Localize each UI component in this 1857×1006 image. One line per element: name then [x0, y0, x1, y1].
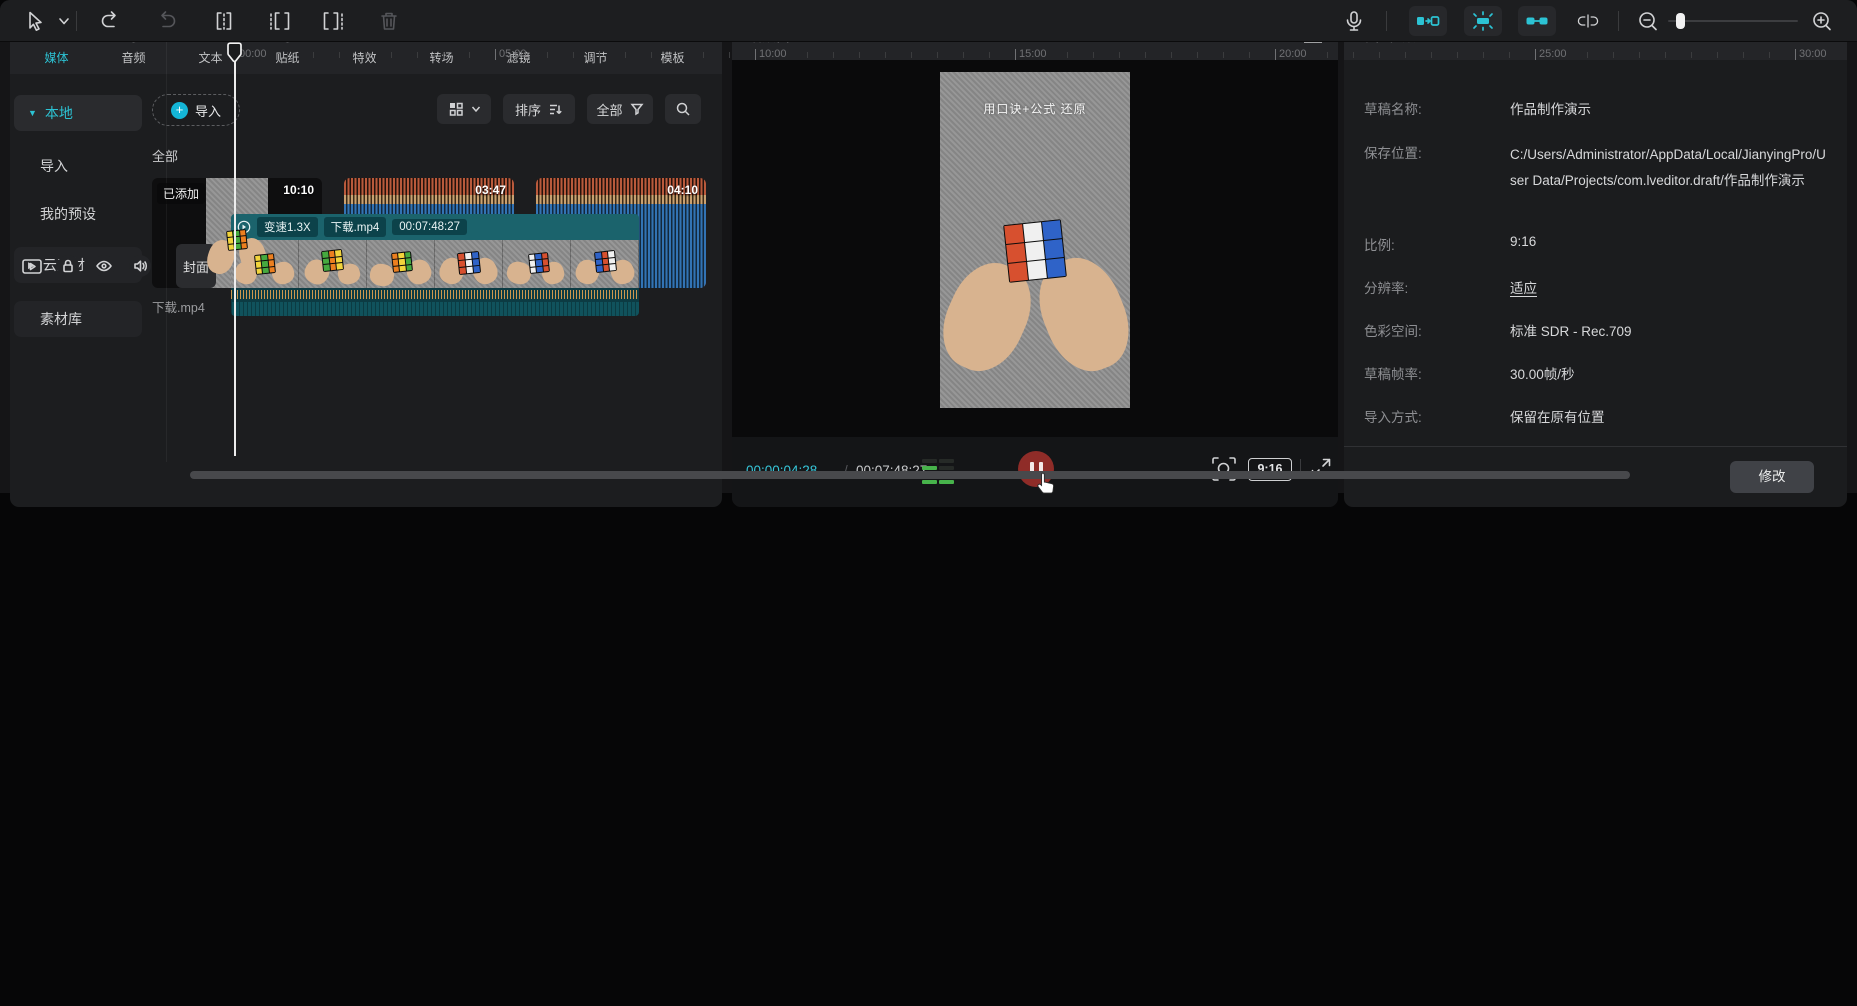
timeline-ruler[interactable]: 00:00 05:00 10:00 15:00 20:00 25:00 30:00	[169, 42, 1857, 72]
clip-filmstrip	[231, 240, 639, 288]
mute-track-button[interactable]	[128, 254, 152, 278]
horizontal-scrollbar[interactable]	[190, 471, 1630, 479]
select-tool-button[interactable]	[24, 9, 48, 33]
delete-button[interactable]	[377, 9, 401, 33]
mouse-cursor-hand	[1032, 469, 1060, 497]
sort-button[interactable]: 排序	[503, 94, 575, 124]
sidebar-item-local[interactable]: ▼ 本地	[14, 95, 142, 131]
delete-left-button[interactable]	[267, 9, 291, 33]
filter-button[interactable]: 全部	[587, 94, 653, 124]
draft-params-panel: 草稿参数 草稿名称: 作品制作演示 保存位置: C:/Users/Adminis…	[1344, 12, 1847, 507]
funnel-icon	[630, 102, 644, 116]
sidebar-item-stock[interactable]: 素材库	[14, 301, 142, 337]
snap-toggle-button[interactable]	[1409, 6, 1447, 36]
player-panel: 播放器 用口诀+公式 还原 00:00:04:28 / 00:07:48:27	[732, 12, 1338, 507]
divider	[76, 11, 77, 31]
field-color-space: 色彩空间: 标准 SDR - Rec.709	[1364, 320, 1827, 340]
track-header-divider	[166, 42, 167, 462]
ruler-label: 30:00	[1799, 48, 1827, 60]
grid-view-icon	[448, 101, 464, 117]
clip-footer	[231, 302, 639, 316]
lock-track-button[interactable]	[56, 254, 80, 278]
split-button[interactable]	[212, 9, 236, 33]
ruler-label: 05:00	[499, 48, 527, 60]
field-frame-rate: 草稿帧率: 30.00帧/秒	[1364, 363, 1827, 383]
caret-down-icon: ▼	[28, 108, 37, 118]
ruler-label: 20:00	[1279, 48, 1307, 60]
timeline-zoom-slider[interactable]	[1668, 20, 1798, 22]
field-aspect-ratio: 比例: 9:16	[1364, 234, 1827, 254]
search-button[interactable]	[665, 94, 701, 124]
app-window: 媒体 音频 TI 文本 贴纸 特效 转场	[0, 0, 1857, 1006]
added-badge: 已添加	[157, 183, 205, 204]
modify-button[interactable]: 修改	[1730, 461, 1814, 493]
ruler-label: 10:00	[759, 48, 787, 60]
timeline-clip[interactable]: 变速1.3X 下载.mp4 00:07:48:27	[231, 214, 639, 316]
video-viewport: 用口诀+公式 还原	[732, 60, 1338, 437]
clip-audio-waveform	[231, 288, 639, 302]
field-import-mode: 导入方式: 保留在原有位置	[1364, 406, 1827, 426]
field-resolution: 分辨率: 适应	[1364, 277, 1827, 297]
sidebar-item-presets[interactable]: 我的预设	[14, 196, 142, 232]
plus-icon: +	[171, 102, 188, 119]
split-preview-button[interactable]	[1576, 9, 1606, 33]
zoom-slider-thumb[interactable]	[1676, 13, 1685, 29]
hide-track-button[interactable]	[92, 254, 116, 278]
chevron-down-icon	[471, 105, 481, 113]
divider	[1618, 11, 1619, 31]
redo-button[interactable]	[155, 9, 179, 33]
video-preview[interactable]: 用口诀+公式 还原	[940, 72, 1130, 408]
search-icon	[675, 101, 691, 117]
undo-button[interactable]	[98, 9, 122, 33]
divider	[1386, 11, 1387, 31]
view-mode-button[interactable]	[437, 94, 491, 124]
video-overlay-text: 用口诀+公式 还原	[940, 100, 1130, 117]
delete-right-button[interactable]	[322, 9, 346, 33]
clip-header: 变速1.3X 下载.mp4 00:07:48:27	[231, 214, 639, 240]
sort-icon	[548, 102, 563, 117]
ruler-label: 15:00	[1019, 48, 1047, 60]
zoom-in-button[interactable]	[1810, 9, 1834, 33]
clip-name-badge: 下载.mp4	[324, 217, 387, 237]
field-draft-name: 草稿名称: 作品制作演示	[1364, 98, 1827, 118]
clip-duration-badge: 00:07:48:27	[392, 219, 467, 235]
timeline-toolbar	[0, 0, 1857, 42]
select-tool-chevron-icon[interactable]	[52, 9, 66, 33]
field-save-location: 保存位置: C:/Users/Administrator/AppData/Loc…	[1364, 142, 1827, 194]
ruler-label: 25:00	[1539, 48, 1567, 60]
auto-cut-button[interactable]	[1464, 6, 1502, 36]
ruler-label: 00:00	[239, 48, 267, 60]
record-voiceover-button[interactable]	[1342, 9, 1366, 33]
clip-speed-badge: 变速1.3X	[257, 217, 318, 237]
playhead-handle[interactable]	[227, 42, 242, 63]
playhead-line	[234, 44, 236, 456]
section-label: 全部	[152, 146, 178, 165]
zoom-out-button[interactable]	[1636, 9, 1660, 33]
sidebar-item-import[interactable]: 导入	[14, 148, 142, 184]
video-track-icon	[20, 254, 44, 278]
link-toggle-button[interactable]	[1518, 6, 1556, 36]
